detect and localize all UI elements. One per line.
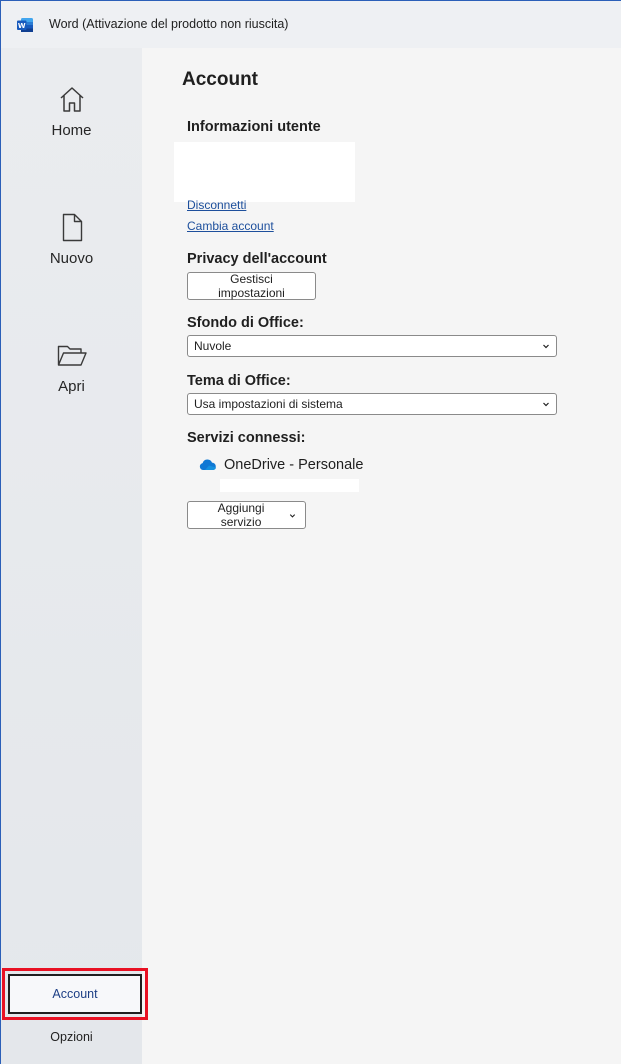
nav-item-new[interactable]: Nuovo (1, 212, 142, 312)
office-background-value: Nuvole (194, 339, 232, 353)
add-service-label: Aggiungi servizio (217, 501, 265, 529)
home-icon (59, 87, 84, 112)
connected-service-item: OneDrive - Personale (199, 457, 363, 473)
nav-item-label: Nuovo (49, 250, 94, 267)
office-theme-heading: Tema di Office: (187, 373, 291, 389)
office-theme-value: Usa impostazioni di sistema (194, 397, 343, 411)
chevron-down-icon (543, 344, 549, 349)
connected-services-heading: Servizi connessi: (187, 430, 306, 446)
chevron-down-icon (543, 402, 549, 407)
nav-item-options[interactable]: Opzioni (1, 1025, 142, 1049)
privacy-heading: Privacy dell'account (187, 251, 327, 267)
onedrive-cloud-icon (199, 459, 216, 470)
backstage-sidebar: Home Nuovo Apri Account Opzioni (1, 48, 148, 1064)
folder-open-icon (57, 345, 87, 366)
title-bar: W Word (Attivazione del prodotto non riu… (0, 0, 621, 48)
switch-account-link[interactable]: Cambia account (187, 219, 274, 233)
page-title: Account (182, 69, 258, 90)
nav-item-label: Apri (58, 378, 85, 395)
office-background-heading: Sfondo di Office: (187, 315, 304, 331)
office-background-select[interactable]: Nuvole (187, 335, 557, 357)
nav-item-label: Home (51, 122, 92, 139)
svg-text:W: W (18, 22, 26, 30)
word-icon: W (17, 18, 33, 32)
office-theme-select[interactable]: Usa impostazioni di sistema (187, 393, 557, 415)
user-info-heading: Informazioni utente (187, 119, 321, 135)
add-service-button[interactable]: Aggiungi servizio (187, 501, 306, 529)
new-document-icon (62, 213, 82, 242)
account-page: Account Informazioni utente Disconnetti … (142, 48, 621, 1064)
redacted-user-details (174, 142, 355, 202)
sign-out-link[interactable]: Disconnetti (187, 198, 246, 212)
window-title: Word (Attivazione del prodotto non riusc… (49, 17, 289, 31)
nav-item-label: Account (52, 987, 98, 1001)
nav-item-account[interactable]: Account (8, 974, 142, 1014)
connected-service-label: OneDrive - Personale (224, 457, 364, 473)
nav-item-account-highlight: Account (2, 968, 148, 1020)
nav-item-home[interactable]: Home (1, 84, 142, 184)
nav-item-label: Opzioni (50, 1030, 93, 1044)
nav-item-open[interactable]: Apri (1, 340, 142, 440)
manage-settings-button[interactable]: Gestisci impostazioni (187, 272, 316, 300)
chevron-down-icon (289, 513, 296, 518)
redacted-service-account (220, 479, 359, 492)
